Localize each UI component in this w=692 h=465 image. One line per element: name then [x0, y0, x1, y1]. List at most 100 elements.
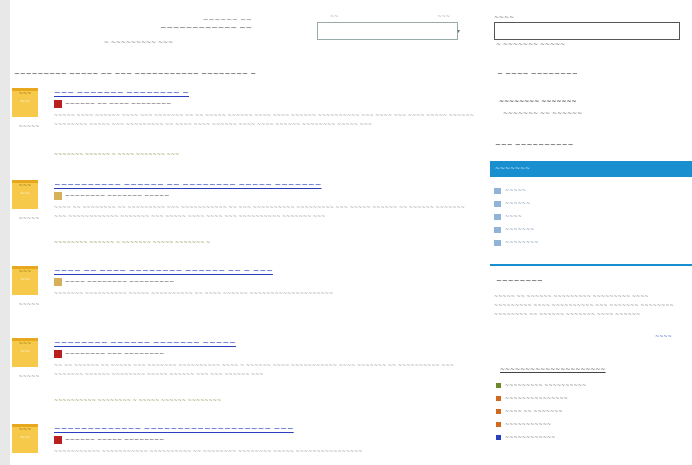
story-author[interactable]: ~~~~~~~~ ~~~ ~~~~~~~~ [54, 350, 164, 358]
bullet-icon [496, 422, 501, 427]
sidebar-search-input[interactable] [494, 22, 680, 40]
story-excerpt: ~~~~ ~~ ~~~~~~~~ ~~ ~~~~~~~~~ ~~~ ~~~~~~… [54, 205, 465, 220]
list-item[interactable]: ~~~~ ~~ ~~~~~~~ [496, 406, 586, 419]
list-item-label: ~~~~~~~~~~~ [505, 422, 552, 428]
list-item[interactable]: ~~~~~~~~ [494, 237, 539, 250]
header-search-input[interactable] [317, 22, 458, 40]
list-item[interactable]: ~~~~~~ [494, 198, 539, 211]
story-author[interactable]: ~~~~~~ ~~ ~~~~ ~~~~~~~~ [54, 100, 171, 108]
list-item-label: ~~~~~~~~ [505, 240, 539, 246]
list-item-label: ~~~~~~~~~ ~~~~~~~~~~ [505, 383, 587, 389]
list-item[interactable]: ~~~~ [494, 211, 539, 224]
list-item[interactable]: ~~~~~~~ [494, 224, 539, 237]
story-item: ~~~ ~~ ~~~~~~~~~~~~~ ~~~~~~~~~~~~~~~~~~~… [12, 424, 484, 465]
window-left-edge [0, 0, 10, 465]
sidebar-more-link[interactable]: ~~~~ [655, 334, 672, 340]
site-subline: ~ ~~~~~~~~~ ~~~ [104, 39, 174, 46]
logo-line-2: ~~~~~~~~~~~~ ~~ [160, 23, 252, 32]
story-links-text[interactable]: ~~~~~~~~ ~~~~~~ ~ ~~~~~~~ ~~~~~ ~~~~~~~ … [54, 240, 210, 246]
sidebar-links: ~~~~~~~~~ ~~~~~~~~~~ ~~~~~~~~~~~~~~~ ~~~… [496, 380, 586, 445]
bullet-icon [496, 409, 501, 414]
date-day: ~~ [19, 98, 31, 105]
sidebar-category-bar[interactable]: ~~~~~~~ [490, 161, 692, 177]
story-author[interactable]: ~~~~ ~~~~~~~~ ~~~~~~~~~ [54, 278, 174, 286]
author-avatar-icon [54, 436, 62, 444]
story-item: ~~~ ~~ ~~~~~ ~~~~~~~~ ~~~~~~ ~~~~~~~ ~~~… [12, 338, 484, 416]
author-name: ~~~~~~~~ ~~~~~~~ ~~~~~ [65, 192, 170, 200]
list-item-label: ~~~~~~~~~~~~ [505, 435, 556, 441]
search-label-left: ~~ [330, 14, 339, 20]
sidebar-description: ~~~~~ ~~ ~~~~~~ ~~~~~~~~~ ~~~~~~~~~ ~~~~… [494, 294, 674, 318]
sidebar-divider [490, 264, 692, 266]
sidebar-category-list: ~~~~~ ~~~~~~ ~~~~ ~~~~~~~ ~~~~~~~~ [494, 185, 539, 250]
story-links-text[interactable]: ~~~~~~~ ~~~~~~ ~ ~~~~ ~~~~~~~ ~~~ [54, 152, 179, 158]
sidebar-block-heading: ~~~ ~~~~~~~~~~ [495, 141, 574, 149]
date-badge: ~~~ ~~ [12, 180, 38, 209]
author-avatar-icon [54, 278, 62, 286]
site-logo[interactable]: ~~~~~~ ~~ ~~~~~~~~~~~~ ~~ [160, 16, 252, 32]
date-month: ~~~ [18, 341, 32, 347]
story-side-meta: ~~~~~ [18, 302, 40, 308]
sidebar-links-heading[interactable]: ~~~~~~~~~~~~~~~~~~~~~ [500, 366, 606, 373]
story-side-meta: ~~~~~ [18, 216, 40, 222]
story-author[interactable]: ~~~~~~ ~~~~~ ~~~~~~~~ [54, 436, 164, 444]
story-links[interactable]: ~~~~~~~~ ~~~~~~ ~ ~~~~~~~ ~~~~~ ~~~~~~~ … [54, 240, 210, 246]
story-author[interactable]: ~~~~~~~~ ~~~~~~~ ~~~~~ [54, 192, 169, 200]
list-item[interactable]: ~~~~~~~~~~~ [496, 419, 586, 432]
category-icon [494, 200, 501, 207]
date-badge: ~~~ ~~ [12, 424, 38, 453]
list-item[interactable]: ~~~~~ [494, 185, 539, 198]
list-item-label: ~~~~ ~~ ~~~~~~~ [505, 409, 563, 415]
story-excerpt: ~~~~~~~ ~~~~~~~~~~ ~~~~~ ~~~~~~~~~~ ~~ ~… [54, 291, 334, 297]
date-day: ~~ [19, 434, 31, 441]
story-links[interactable]: ~~~~~~~~~~ ~~~~~~~~ ~ ~~~~~ ~~~~~~ ~~~~~… [54, 398, 221, 404]
category-icon [494, 239, 501, 246]
date-badge: ~~~ ~~ [12, 338, 38, 367]
author-avatar-icon [54, 192, 62, 200]
story-side-meta: ~~~~~ [18, 374, 40, 380]
story-title-link[interactable]: ~~~ ~~~~~~~ ~~~~~~~~ ~ [54, 88, 189, 97]
story-item: ~~~ ~~ ~~~~~ ~~~~ ~~ ~~~~ ~~~~~~~~ ~~~~~… [12, 266, 484, 326]
bullet-icon [496, 396, 501, 401]
date-month: ~~~ [18, 269, 32, 275]
story-excerpt: ~~ ~~ ~~~~~~ ~~ ~~~~~ ~~~ ~~~~~~~ ~~~~~~… [54, 363, 454, 378]
sidebar-featured-sub: ~~~~~~~ ~~ ~~~~~~ [503, 110, 583, 117]
author-name: ~~~~~~~~ ~~~ ~~~~~~~~ [65, 350, 165, 358]
story-links-text[interactable]: ~~~~~~~~~~ ~~~~~~~~ ~ ~~~~~ ~~~~~~ ~~~~~… [54, 398, 221, 404]
story-title-link[interactable]: ~~~~~~~~ ~~~~~~ ~~~~~~~ ~~~~~ [54, 338, 236, 347]
author-name: ~~~~~~ ~~ ~~~~ ~~~~~~~~ [65, 100, 172, 108]
story-title-link[interactable]: ~~~~ ~~ ~~~~ ~~~~~~~~ ~~~~~~ ~~ ~ ~~~ [54, 266, 273, 275]
search-dropdown-icon[interactable]: ▾ [457, 28, 460, 35]
section-title: ~~~~~~~~~ ~~~~~ ~~ ~~~ ~~~~~~~~~~~ ~~~~~… [14, 70, 257, 78]
category-icon [494, 187, 501, 194]
list-item-label: ~~~~~ [505, 188, 526, 194]
list-item[interactable]: ~~~~~~~~~~~~~~~ [496, 393, 586, 406]
bullet-icon [496, 383, 501, 388]
sidebar-featured-link[interactable]: ~~~~~~~~ ~~~~~~~ [499, 98, 577, 105]
date-day: ~~ [19, 190, 31, 197]
date-badge: ~~~ ~~ [12, 88, 38, 117]
story-title-link[interactable]: ~~~~~~~~~~ ~~~~~~ ~~ ~~~~~~~~ ~~~~~ ~~~~… [54, 180, 321, 189]
sidebar: ~~~~ ~ ~~~~~~~ ~~~~~ ~ ~~~~ ~~~~~~~~ ~~~… [487, 0, 692, 465]
date-month: ~~~ [18, 91, 32, 97]
category-icon [494, 226, 501, 233]
bullet-icon [496, 435, 501, 440]
category-icon [494, 213, 501, 220]
story-item: ~~~ ~~ ~~~~~ ~~~~~~~~~~ ~~~~~~ ~~ ~~~~~~… [12, 180, 484, 262]
sidebar-block-heading: ~ ~~~~ ~~~~~~~~ [497, 70, 578, 78]
story-excerpt: ~~~~~~~~~~~ ~~~~~~~~~~~ ~~~~~~~~~~ ~~ ~~… [54, 449, 363, 455]
date-day: ~~ [19, 276, 31, 283]
main-column: ~~~~~~ ~~ ~~~~~~~~~~~~ ~~ ~ ~~~~~~~~~ ~~… [12, 0, 484, 465]
story-excerpt: ~~~~~ ~~~~ ~~~~~~ ~~~~ ~~~ ~~~~~~~ ~~ ~~… [54, 113, 474, 128]
author-avatar-icon [54, 100, 62, 108]
author-name: ~~~~~~ ~~~~~ ~~~~~~~~ [65, 436, 165, 444]
list-item[interactable]: ~~~~~~~~~~~~ [496, 432, 586, 445]
list-item[interactable]: ~~~~~~~~~ ~~~~~~~~~~ [496, 380, 586, 393]
story-links[interactable]: ~~~~~~~ ~~~~~~ ~ ~~~~ ~~~~~~~ ~~~ [54, 152, 179, 158]
story-item: ~~~ ~~ ~~~~~ ~~~ ~~~~~~~ ~~~~~~~~ ~ ~~~~… [12, 88, 484, 168]
list-item-label: ~~~~~~ [505, 201, 531, 207]
story-side-meta: ~~~~~ [18, 124, 40, 130]
date-day: ~~ [19, 348, 31, 355]
list-item-label: ~~~~~~~ [505, 227, 535, 233]
story-title-link[interactable]: ~~~~~~~~~~~~~ ~~~~~~~~~~~~~~~~~~~ ~~~ [54, 424, 294, 433]
